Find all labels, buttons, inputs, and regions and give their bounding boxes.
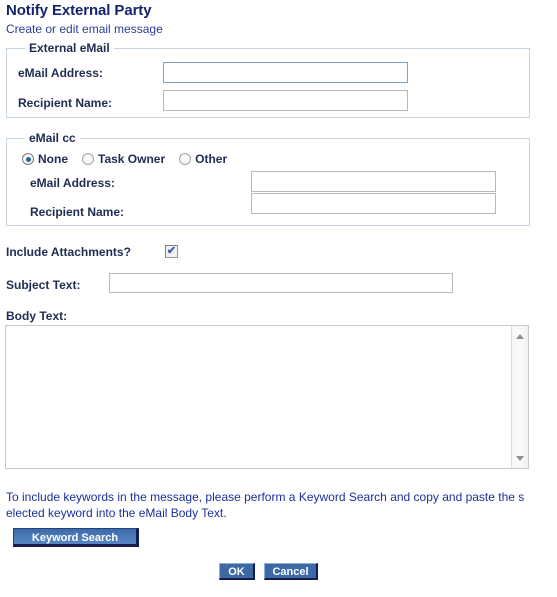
- email-cc-radio-group: None Task Owner Other: [22, 152, 241, 166]
- include-attachments-label: Include Attachments?: [6, 245, 131, 259]
- page-subtitle: Create or edit email message: [6, 22, 163, 36]
- external-email-address-input[interactable]: [163, 62, 408, 83]
- radio-other-icon[interactable]: [179, 153, 192, 165]
- external-recipient-name-label: Recipient Name:: [18, 96, 113, 110]
- ok-button[interactable]: OK: [219, 563, 255, 580]
- radio-none-icon[interactable]: [22, 153, 34, 165]
- keyword-search-button[interactable]: Keyword Search: [13, 528, 139, 547]
- external-email-address-label: eMail Address:: [18, 66, 103, 80]
- body-text-container: [5, 325, 529, 469]
- radio-option-none[interactable]: None: [22, 152, 68, 166]
- external-email-legend: External eMail: [25, 41, 114, 55]
- radio-task-owner-icon[interactable]: [82, 153, 94, 165]
- radio-other-label: Other: [195, 152, 228, 166]
- body-text-label: Body Text:: [6, 309, 68, 323]
- body-text-textarea[interactable]: [6, 326, 511, 468]
- radio-task-owner-label: Task Owner: [98, 152, 166, 166]
- cc-recipient-name-label: Recipient Name:: [30, 205, 125, 219]
- keyword-hint-text: To include keywords in the message, plea…: [6, 490, 525, 520]
- cancel-button[interactable]: Cancel: [264, 563, 318, 580]
- cc-email-address-label: eMail Address:: [30, 176, 115, 190]
- email-cc-legend: eMail cc: [25, 131, 80, 145]
- page-title: Notify External Party: [6, 2, 152, 19]
- scrollbar-up-arrow-icon[interactable]: [512, 328, 528, 344]
- radio-option-task-owner[interactable]: Task Owner: [82, 152, 165, 166]
- cc-email-address-input[interactable]: [251, 171, 496, 192]
- scrollbar-down-arrow-icon[interactable]: [512, 450, 528, 466]
- cc-recipient-name-input[interactable]: [251, 193, 496, 214]
- body-text-scrollbar[interactable]: [511, 326, 528, 468]
- subject-text-label: Subject Text:: [6, 278, 81, 292]
- external-recipient-name-input[interactable]: [163, 90, 408, 111]
- subject-text-input[interactable]: [109, 273, 453, 293]
- include-attachments-checkbox[interactable]: ✔: [165, 245, 178, 258]
- radio-option-other[interactable]: Other: [179, 152, 227, 166]
- checkmark-icon: ✔: [166, 245, 177, 257]
- radio-none-label: None: [38, 152, 68, 166]
